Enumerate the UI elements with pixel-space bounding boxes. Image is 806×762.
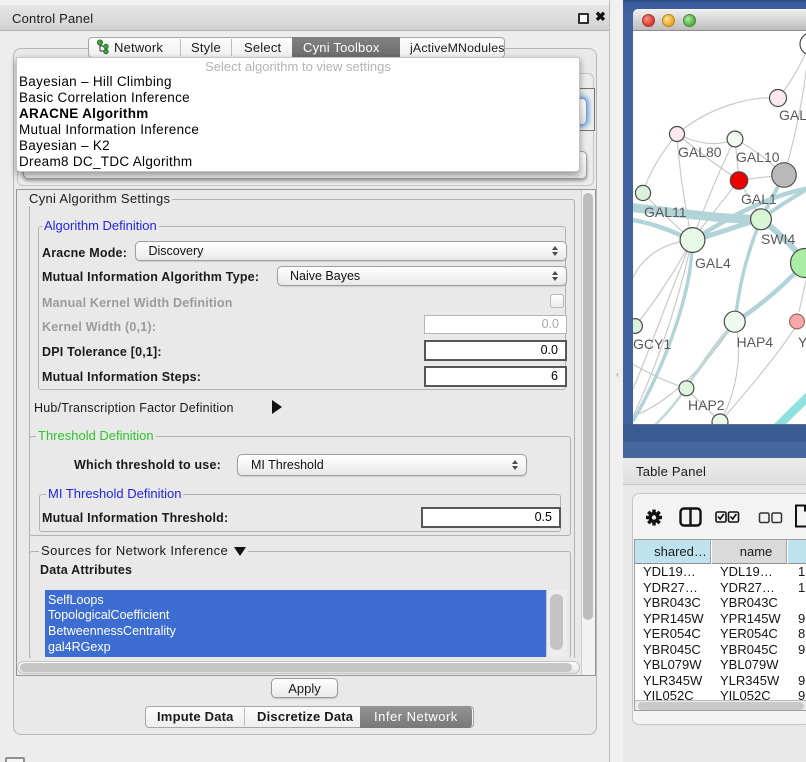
svg-text:GAL1: GAL1 [741,191,777,207]
svg-text:Y: Y [798,334,806,350]
svg-text:GCY1: GCY1 [633,336,671,352]
svg-text:GAL7: GAL7 [779,107,806,123]
svg-text:HAP2: HAP2 [688,397,725,413]
svg-text:GAL10: GAL10 [736,149,780,165]
svg-text:SWI4: SWI4 [761,231,795,247]
svg-text:GAL4: GAL4 [695,255,731,271]
svg-text:GAL11: GAL11 [644,204,687,220]
svg-text:HAP4: HAP4 [737,334,774,350]
svg-text:GAL80: GAL80 [678,144,722,160]
